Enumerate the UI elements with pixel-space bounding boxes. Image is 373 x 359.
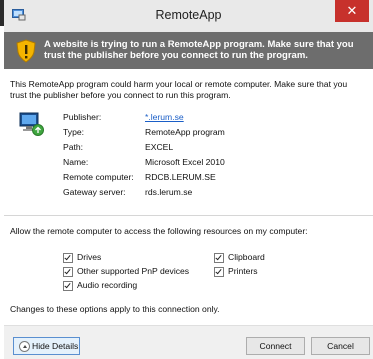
detail-row-publisher: Publisher: *.lerum.se	[63, 112, 363, 127]
checkbox-box[interactable]	[214, 253, 224, 263]
banner-text: A website is trying to run a RemoteApp p…	[44, 39, 354, 61]
cancel-button[interactable]: Cancel	[311, 337, 370, 355]
detail-value: Microsoft Excel 2010	[145, 157, 225, 167]
changes-note: Changes to these options apply to this c…	[10, 304, 220, 314]
chevron-up-icon	[19, 341, 30, 352]
divider	[4, 215, 373, 216]
checkbox-label: Printers	[228, 266, 258, 276]
checkbox-label: Clipboard	[228, 252, 265, 262]
security-warning-banner: A website is trying to run a RemoteApp p…	[4, 32, 373, 69]
close-button[interactable]: ✕	[335, 0, 369, 22]
detail-row-name: Name: Microsoft Excel 2010	[63, 157, 363, 172]
hide-details-label: Hide Details	[32, 341, 79, 351]
checkbox-box[interactable]	[63, 253, 73, 263]
close-icon: ✕	[346, 3, 358, 18]
publisher-link[interactable]: *.lerum.se	[145, 112, 184, 122]
checkbox-box[interactable]	[63, 281, 73, 291]
detail-row-type: Type: RemoteApp program	[63, 127, 363, 142]
detail-row-gateway-server: Gateway server: rds.lerum.se	[63, 187, 363, 202]
hide-details-button[interactable]: Hide Details	[13, 337, 80, 355]
checkbox-label: Other supported PnP devices	[77, 266, 190, 276]
detail-label: Name:	[63, 157, 89, 167]
warning-text: This RemoteApp program could harm your l…	[10, 79, 348, 100]
checkbox-box[interactable]	[63, 267, 73, 277]
detail-label: Type:	[63, 127, 85, 137]
remote-computer-icon	[19, 111, 45, 137]
detail-value: EXCEL	[145, 142, 174, 152]
resources-heading: Allow the remote computer to access the …	[10, 226, 308, 236]
title-bar: RemoteApp ✕	[4, 0, 373, 33]
checkbox-label: Audio recording	[77, 280, 138, 290]
detail-label: Path:	[63, 142, 84, 152]
shield-warning-icon	[16, 39, 36, 63]
button-bar: Hide Details Connect Cancel	[4, 325, 373, 359]
detail-label: Gateway server:	[63, 187, 126, 197]
detail-value: RDCB.LERUM.SE	[145, 172, 216, 182]
detail-value: rds.lerum.se	[145, 187, 193, 197]
detail-row-remote-computer: Remote computer: RDCB.LERUM.SE	[63, 172, 363, 187]
detail-value: RemoteApp program	[145, 127, 225, 137]
details-list: Publisher: *.lerum.se Type: RemoteApp pr…	[63, 112, 363, 202]
checkbox-label: Drives	[77, 252, 102, 262]
connect-button[interactable]: Connect	[246, 337, 305, 355]
checkbox-box[interactable]	[214, 267, 224, 277]
detail-label: Publisher:	[63, 112, 102, 122]
window-title: RemoteApp	[155, 8, 222, 22]
detail-label: Remote computer:	[63, 172, 134, 182]
detail-row-path: Path: EXCEL	[63, 142, 363, 157]
